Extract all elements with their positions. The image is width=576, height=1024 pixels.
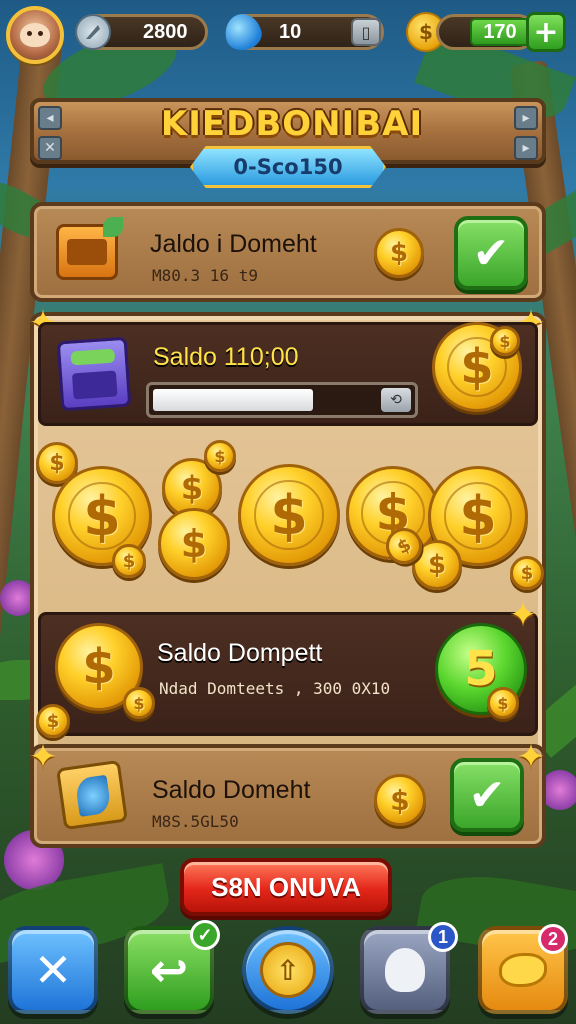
page-title: KIEDBONIBAI [160,104,424,144]
feather-badge-icon [55,759,129,831]
star-corner-icon-3: ✦ [508,595,538,635]
currency2-value: 10 [279,20,302,43]
add-currency-button[interactable]: + [526,12,566,52]
coin-icon: $ [374,774,426,826]
confirm-check-button[interactable]: ✔ [450,758,524,832]
row3-title: Saldo Domeht [152,776,311,804]
star-corner-icon-4: ✦ [28,737,58,777]
row1-subtitle: M80.3 16 t9 [152,266,258,285]
confirm-check-button[interactable]: ✔ [454,216,528,290]
player-avatar[interactable] [6,6,64,64]
wallet-row-2: $ $ Saldo Dompett Ndad Domteets , 300 0X… [38,612,538,736]
row1-title: Jaldo i Domeht [150,230,317,258]
avatar-face-icon [20,23,50,47]
coin-icon: $ [112,544,146,578]
coin-icon: $ [158,508,230,580]
currency-pill-2: 10 ▯ [220,9,384,55]
balance-progress-bar: ⟲ [146,382,418,418]
coin-icon-small: $ [487,687,519,719]
coin-icon: $ [204,440,236,472]
coin-icon-small: $ [490,326,520,356]
coin-icon: $ [374,228,424,278]
currency1-value: 2800 [143,20,188,43]
wallet-row-1: Jaldo i Domeht M80.3 16 t9 $ ✔ [30,202,546,302]
gem-icon [220,9,266,55]
claim-button[interactable]: S8N ONUVA [180,858,392,916]
coin-icon-small: $ [123,687,155,719]
notification-badge: 1 [428,922,458,952]
row3-subtitle: M8S.5GL50 [152,812,239,831]
top-resource-bar: 2800 10 ▯ $ 170 + [0,4,576,64]
ghost-icon [385,948,425,992]
settings-toggle-icon[interactable]: ▯ [351,18,381,46]
level-up-icon: ⇧ [260,942,316,998]
row2-subtitle: Ndad Domteets , 300 0X10 [159,679,391,698]
banner-subtitle: 0-Sco150 [190,146,386,188]
row2-title: Saldo Dompett [157,639,323,667]
progress-fill [153,389,313,411]
coin-icon: $ [510,556,544,590]
refresh-icon[interactable]: ⟲ [381,388,411,412]
currency3-value: 170 [470,18,530,46]
coin-icon: $ [238,464,340,566]
check-badge-icon: ✓ [190,920,220,950]
coin-icon: $ [36,704,70,738]
home-button[interactable]: ⇧ [242,926,334,1014]
close-button[interactable]: ✕ [8,926,98,1014]
feather-icon [75,14,111,50]
wallet-chest-icon [56,217,123,280]
purple-chest-icon [56,336,132,412]
wallet-row-3: Saldo Domeht M8S.5GL50 $ ✔ [30,744,546,848]
notification-badge-2: 2 [538,924,568,954]
balance-title: Saldo 110;00 [153,343,299,371]
currency-pill-1: 2800 [75,14,208,50]
duck-icon [499,953,547,987]
star-corner-icon-5: ✦ [516,737,546,777]
